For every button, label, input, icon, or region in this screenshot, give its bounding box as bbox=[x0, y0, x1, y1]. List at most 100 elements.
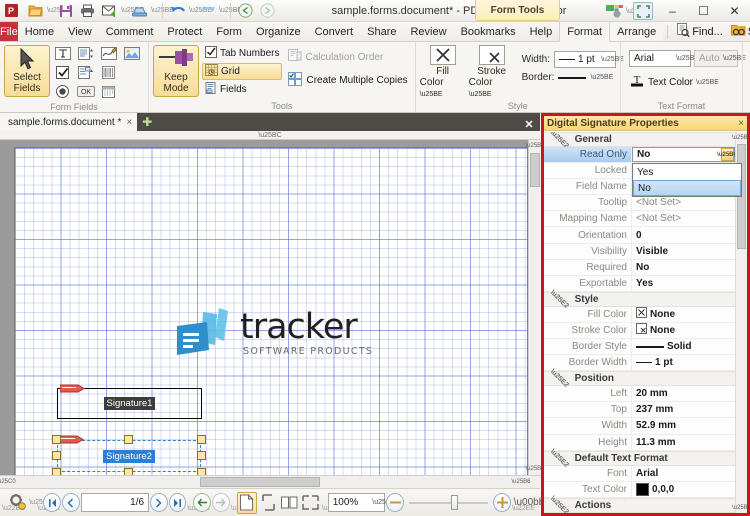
navigate-back-button[interactable] bbox=[193, 493, 211, 512]
undo-icon[interactable] bbox=[167, 1, 188, 21]
email-dropdown-arrow-icon[interactable]: \u25BE bbox=[121, 7, 144, 14]
dropdown-option-yes[interactable]: Yes bbox=[633, 164, 741, 180]
menu-item-review[interactable]: Review bbox=[403, 22, 453, 41]
redo-icon[interactable] bbox=[197, 1, 218, 21]
next-page-button[interactable] bbox=[150, 493, 168, 512]
properties-section-general[interactable]: \u25E2 General bbox=[544, 132, 747, 150]
tab-numbers-toggle[interactable]: Tab Numbers bbox=[202, 45, 282, 62]
image-field-icon[interactable] bbox=[122, 45, 142, 62]
single-page-layout-button[interactable] bbox=[236, 491, 258, 514]
save-icon[interactable] bbox=[55, 1, 76, 21]
ui-theme-icon[interactable] bbox=[602, 0, 626, 22]
chevron-down-icon[interactable]: \u25BE bbox=[372, 499, 395, 506]
horizontal-scroll-thumb[interactable] bbox=[200, 477, 320, 487]
zoom-slider-thumb[interactable] bbox=[450, 495, 458, 510]
undo-dropdown-arrow-icon[interactable]: \u25BE bbox=[189, 7, 212, 14]
property-row-border-width[interactable]: Border Width 1 pt bbox=[544, 355, 747, 372]
zoom-slider[interactable] bbox=[405, 493, 492, 512]
property-row-required[interactable]: Required No bbox=[544, 259, 747, 276]
text-field-icon[interactable] bbox=[53, 45, 73, 62]
menu-item-protect[interactable]: Protect bbox=[160, 22, 209, 41]
fields-toggle[interactable]: Fields bbox=[202, 81, 282, 98]
property-row-orientation[interactable]: Orientation 0 bbox=[544, 227, 747, 244]
document-tab[interactable]: sample.forms.document * × bbox=[0, 113, 138, 131]
navigate-forward-button[interactable] bbox=[212, 493, 230, 512]
create-multiple-copies-button[interactable]: Create Multiple Copies bbox=[285, 71, 410, 90]
signature-field-1[interactable]: Signature1 bbox=[57, 384, 202, 419]
document-view[interactable]: tracker SOFTWARE PRODUCTS Signature1 Sig… bbox=[0, 140, 540, 488]
close-all-tabs-button[interactable]: ✕ bbox=[518, 118, 540, 131]
properties-section-actions[interactable]: \u25E2 Actions bbox=[544, 495, 747, 513]
chevron-down-icon[interactable]: \u25BC bbox=[258, 132, 281, 139]
tab-arrange[interactable]: Arrange bbox=[610, 22, 664, 41]
close-button[interactable]: ✕ bbox=[719, 0, 750, 22]
stroke-color-button[interactable]: Stroke Color \u25BE bbox=[469, 45, 515, 98]
menu-item-convert[interactable]: Convert bbox=[308, 22, 361, 41]
combo-box-icon[interactable] bbox=[76, 64, 96, 81]
continuous-layout-button[interactable] bbox=[258, 492, 278, 514]
grid-toggle[interactable]: Grid bbox=[202, 63, 283, 80]
menu-item-file[interactable]: File bbox=[0, 22, 18, 41]
settings-dropdown-arrow-icon[interactable]: \u25BE bbox=[29, 499, 52, 506]
toolbar-grip[interactable]: \u22EE bbox=[322, 494, 345, 512]
date-field-icon[interactable] bbox=[99, 83, 119, 100]
back-icon[interactable] bbox=[235, 1, 256, 21]
border-style-preview-icon[interactable] bbox=[558, 76, 587, 79]
search-button[interactable]: Search... bbox=[727, 23, 750, 40]
vertical-scroll-thumb[interactable] bbox=[530, 153, 540, 187]
menu-item-home[interactable]: Home bbox=[18, 22, 61, 41]
scroll-down-icon[interactable]: \u25BC bbox=[732, 502, 747, 513]
chevron-down-icon[interactable]: \u25BE bbox=[601, 56, 624, 63]
barcode-field-icon[interactable] bbox=[99, 64, 119, 81]
property-row-tooltip[interactable]: Tooltip <Not Set> bbox=[544, 195, 747, 212]
list-box-icon[interactable] bbox=[76, 45, 96, 62]
resize-handle-ne[interactable] bbox=[197, 435, 206, 444]
chevron-down-icon[interactable]: \u25BC bbox=[717, 148, 738, 162]
chevron-down-icon[interactable]: \u25BE bbox=[723, 55, 746, 62]
properties-section-position[interactable]: \u25E2 Position bbox=[544, 368, 747, 389]
toolbar-grip[interactable]: \u22EE bbox=[231, 494, 254, 512]
push-button-icon[interactable]: OK bbox=[76, 83, 96, 100]
keep-mode-button[interactable]: Keep Mode bbox=[153, 45, 199, 97]
font-family-combo[interactable]: Arial \u25BE bbox=[628, 50, 699, 67]
theme-dropdown-arrow-icon[interactable]: \u25BE bbox=[626, 8, 649, 15]
zoom-in-button[interactable] bbox=[493, 493, 511, 512]
document-vertical-scrollbar[interactable]: \u25B2 \u25BC bbox=[525, 140, 546, 475]
property-row-mapping-name[interactable]: Mapping Name <Not Set> bbox=[544, 211, 747, 228]
property-row-font[interactable]: Font Arial bbox=[544, 465, 747, 482]
property-row-height[interactable]: Height 11.3 mm bbox=[544, 434, 747, 451]
resize-handle-n[interactable] bbox=[124, 435, 133, 444]
zoom-out-button[interactable] bbox=[386, 493, 404, 512]
toolbar-grip[interactable]: \u22EE bbox=[37, 494, 60, 512]
read-only-combo[interactable]: No \u25BC bbox=[632, 147, 738, 163]
check-box-icon[interactable] bbox=[53, 64, 73, 81]
read-only-dropdown-list[interactable]: Yes No bbox=[632, 163, 742, 197]
new-tab-button[interactable]: ✚ bbox=[137, 113, 157, 131]
properties-section-style[interactable]: \u25E2 Style bbox=[544, 289, 747, 310]
close-icon[interactable]: × bbox=[126, 117, 132, 128]
scan-icon[interactable] bbox=[129, 1, 150, 21]
property-row-text-color[interactable]: Text Color 0,0,0 bbox=[544, 481, 747, 498]
redo-dropdown-arrow-icon[interactable]: \u25BE bbox=[219, 7, 242, 14]
tab-format[interactable]: Format bbox=[559, 22, 611, 42]
first-page-button[interactable] bbox=[43, 493, 61, 512]
property-row-top[interactable]: Top 237 mm bbox=[544, 402, 747, 419]
open-icon[interactable] bbox=[25, 1, 46, 21]
resize-handle-w[interactable] bbox=[52, 451, 61, 460]
signature-field-icon[interactable] bbox=[99, 45, 119, 62]
property-row-read-only[interactable]: Read Only No \u25BC bbox=[544, 147, 747, 164]
chevron-down-icon[interactable]: \u25BE bbox=[676, 55, 699, 62]
font-size-combo[interactable]: Auto \u25BE bbox=[693, 50, 746, 67]
previous-page-button[interactable] bbox=[61, 493, 80, 512]
contextual-tab-form-tools[interactable]: Form Tools bbox=[475, 0, 560, 21]
scroll-up-icon[interactable]: \u25B2 bbox=[525, 140, 545, 152]
menu-item-help[interactable]: Help bbox=[523, 22, 560, 41]
maximize-button[interactable]: ☐ bbox=[688, 0, 719, 22]
menu-item-bookmarks[interactable]: Bookmarks bbox=[454, 22, 523, 41]
scroll-left-icon[interactable]: \u25C0 bbox=[0, 476, 16, 488]
property-row-exportable[interactable]: Exportable Yes bbox=[544, 275, 747, 292]
fullscreen-icon[interactable] bbox=[633, 2, 653, 20]
chevron-down-icon[interactable]: \u25BE bbox=[696, 79, 719, 86]
scan-dropdown-arrow-icon[interactable]: \u25BE bbox=[151, 7, 174, 14]
open-dropdown-arrow-icon[interactable]: \u25BE bbox=[47, 7, 70, 14]
